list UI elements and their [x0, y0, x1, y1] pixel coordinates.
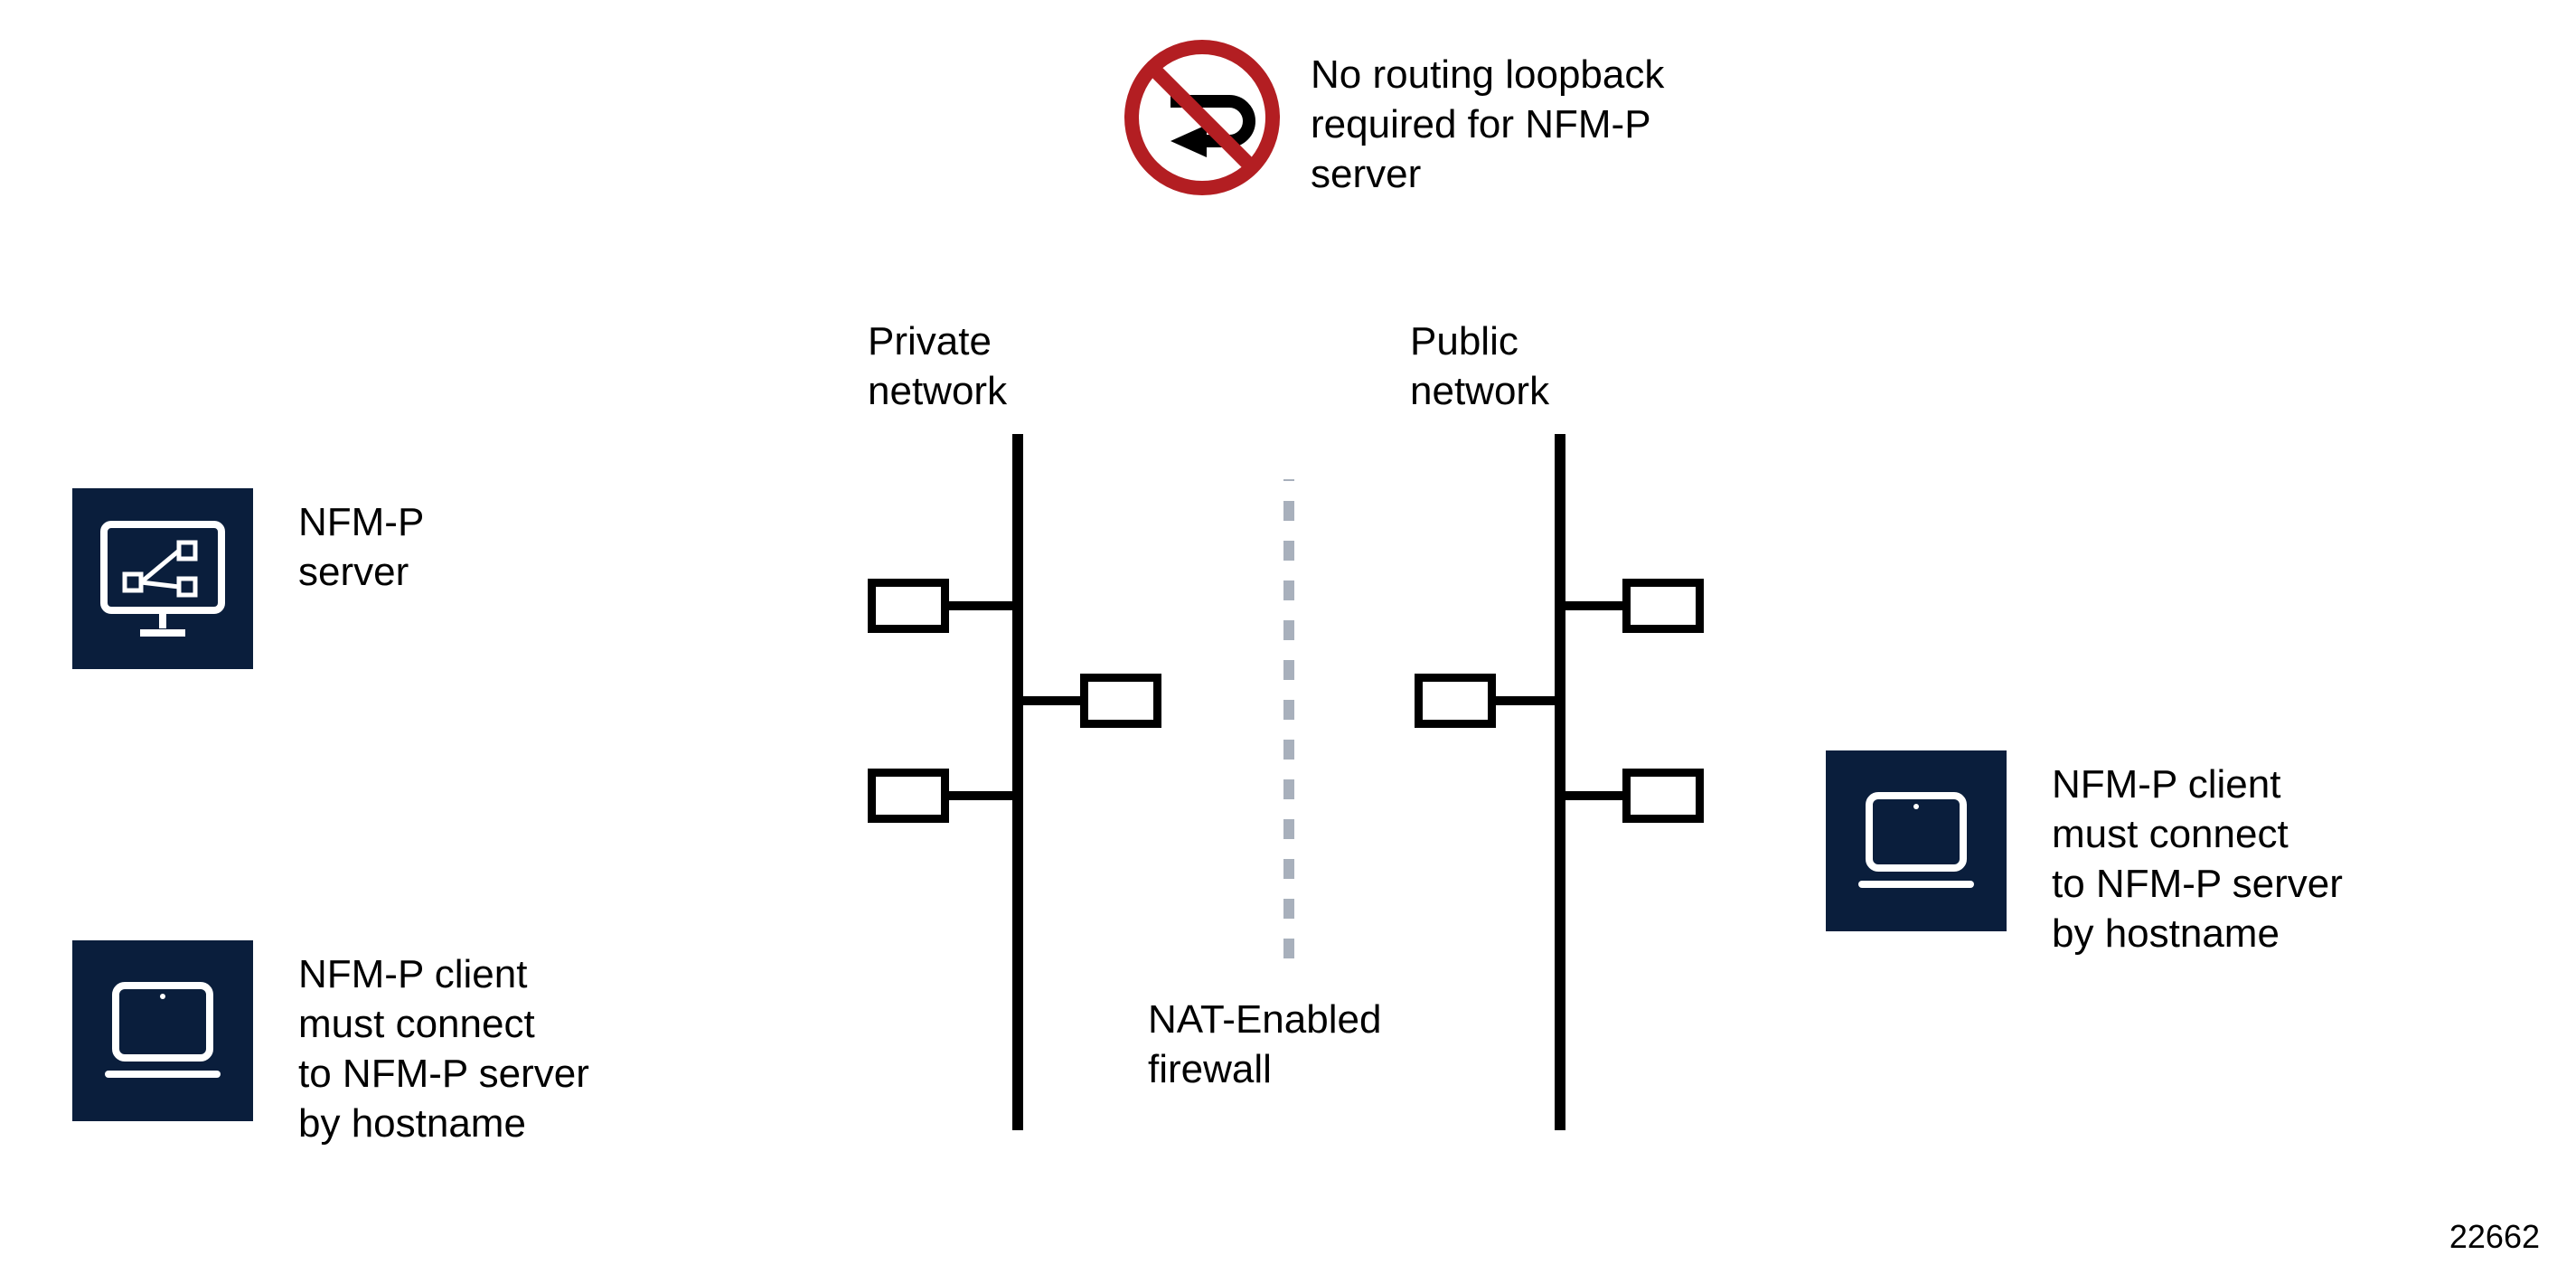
- public-network-label: Public network: [1410, 316, 1549, 416]
- nat-firewall-label: NAT-Enabled firewall: [1148, 995, 1381, 1094]
- nfmp-client-right-label: NFM-P client must connect to NFM-P serve…: [2052, 760, 2343, 958]
- firewall-line: [1283, 479, 1294, 958]
- no-loopback-text: No routing loopback required for NFM-P s…: [1311, 50, 1664, 199]
- nfmp-client-right-icon: [1826, 750, 2007, 931]
- nfmp-client-left-label: NFM-P client must connect to NFM-P serve…: [298, 949, 589, 1148]
- nfmp-server-label: NFM-P server: [298, 497, 424, 597]
- private-network-label: Private network: [868, 316, 1007, 416]
- no-loopback-icon: [1121, 36, 1283, 203]
- nfmp-client-left-icon: [72, 940, 253, 1121]
- figure-id: 22662: [2449, 1218, 2540, 1256]
- private-network-bus: [1012, 434, 1023, 1130]
- nfmp-server-icon: [72, 488, 253, 669]
- public-network-bus: [1555, 434, 1565, 1130]
